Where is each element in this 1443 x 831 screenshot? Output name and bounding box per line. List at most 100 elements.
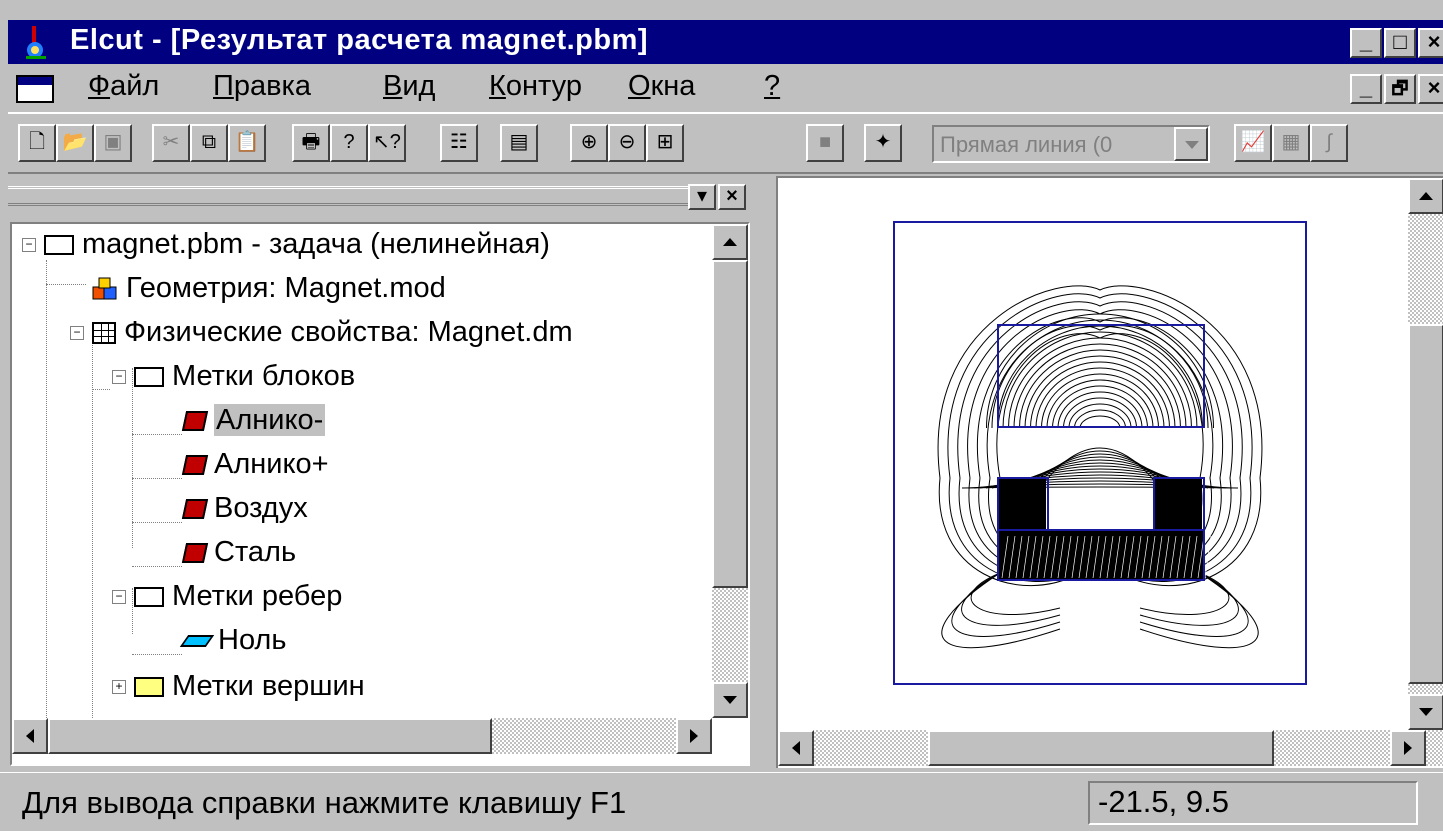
tree-node-steel[interactable]: Сталь	[181, 532, 296, 572]
tree-node-label: magnet.pbm - задача (нелинейная)	[82, 228, 550, 260]
scroll-thumb[interactable]	[48, 718, 492, 754]
tree-node-label: Геометрия: Magnet.mod	[126, 272, 446, 304]
tree-node-properties[interactable]: Физические свойства: Magnet.dm	[92, 312, 573, 352]
save-icon[interactable]: ▣	[94, 124, 132, 162]
plot-vertical-scrollbar[interactable]	[1408, 178, 1443, 730]
scroll-thumb[interactable]	[712, 260, 748, 588]
tree-vertical-scrollbar[interactable]	[712, 224, 748, 718]
title-bar: Elcut - [Результат расчета magnet.pbm] _…	[8, 20, 1443, 64]
model-geometry	[893, 221, 1307, 685]
tree-node-label: Метки блоков	[172, 360, 356, 392]
print-icon[interactable]: 🖶	[292, 124, 330, 162]
zoom-in-icon[interactable]: ⊕	[570, 124, 608, 162]
scroll-down-icon[interactable]	[712, 682, 748, 718]
field-arc	[1063, 397, 1137, 429]
tree-node-problem[interactable]: magnet.pbm - задача (нелинейная)	[44, 224, 550, 264]
edge-label-icon	[179, 635, 215, 648]
maximize-button[interactable]: □	[1384, 28, 1416, 58]
table-icon[interactable]: ▦	[1272, 124, 1310, 162]
tree-node-alnico-minus[interactable]: Алнико-	[181, 400, 326, 440]
zoom-out-icon[interactable]: ⊖	[608, 124, 646, 162]
tree-node-zero[interactable]: Ноль	[179, 620, 286, 660]
menu-bar: Файл Правка Вид Контур Окна ? _ 🗗 ×	[8, 66, 1443, 110]
contour-type-value: Прямая линия (0	[940, 132, 1113, 157]
tree-node-edge-labels[interactable]: Метки ребер	[134, 576, 342, 616]
context-help-icon[interactable]: ↖?	[368, 124, 406, 162]
scroll-right-icon[interactable]	[676, 718, 712, 754]
expander-block-labels[interactable]: −	[112, 370, 126, 384]
block-label-icon	[181, 499, 209, 520]
block-label-icon	[181, 455, 209, 476]
field-arc	[997, 325, 1203, 429]
status-help-text: Для вывода справки нажмите клавишу F1	[22, 785, 627, 820]
tree-horizontal-scrollbar[interactable]	[12, 718, 712, 754]
menu-view[interactable]: Вид	[383, 70, 435, 103]
field-arc	[1074, 409, 1126, 429]
close-button[interactable]: ×	[1418, 28, 1443, 58]
menu-view-accel: В	[383, 70, 403, 102]
expander-vertex-labels[interactable]: +	[112, 680, 126, 694]
menu-contour[interactable]: Контур	[489, 70, 582, 103]
tree-node-geometry[interactable]: Геометрия: Magnet.mod	[92, 268, 446, 308]
new-contour-icon[interactable]: ✦	[864, 124, 902, 162]
child-close-button[interactable]: ×	[1418, 74, 1443, 104]
tree-node-air[interactable]: Воздух	[181, 488, 308, 528]
field-plot-view[interactable]	[776, 176, 1443, 768]
field-lines-plot[interactable]	[778, 178, 1443, 768]
help-icon[interactable]: ?	[330, 124, 368, 162]
dropdown-arrow-icon[interactable]	[1174, 127, 1208, 161]
document-window-icon[interactable]	[16, 75, 54, 103]
tree-node-label: Воздух	[214, 492, 308, 524]
new-icon[interactable]: 🗋	[18, 124, 56, 162]
menu-windows[interactable]: Окна	[628, 70, 695, 103]
tree-node-label: Алнико+	[214, 448, 329, 480]
menu-view-rest: ид	[402, 70, 436, 102]
expander-edge-labels[interactable]: −	[112, 590, 126, 604]
tree-node-vertex-labels[interactable]: Метки вершин	[134, 666, 365, 706]
integral-icon[interactable]: ∫	[1310, 124, 1348, 162]
pane-grip[interactable]	[8, 186, 688, 206]
plot-icon[interactable]: 📈	[1234, 124, 1272, 162]
menu-file[interactable]: Файл	[88, 70, 159, 103]
scroll-thumb[interactable]	[928, 730, 1274, 766]
menu-contour-accel: К	[489, 70, 506, 102]
contour-type-select[interactable]: Прямая линия (0	[932, 125, 1210, 163]
scroll-thumb[interactable]	[1408, 324, 1443, 684]
field-line	[1139, 572, 1259, 649]
stop-icon[interactable]: ■	[806, 124, 844, 162]
paste-icon[interactable]: 📋	[228, 124, 266, 162]
folder-open-icon	[134, 587, 164, 608]
elcut-app-icon[interactable]	[18, 24, 54, 60]
picture-icon[interactable]: ▤	[500, 124, 538, 162]
zoom-fit-icon[interactable]: ⊞	[646, 124, 684, 162]
menu-help[interactable]: ?	[764, 70, 780, 103]
pane-dropdown-icon[interactable]: ▾	[688, 184, 716, 210]
toolbar: 🗋 📂 ▣ ✂ ⧉ 📋 🖶 ? ↖? ☷ ▤ ⊕ ⊖ ⊞ ■ ✦ Прямая …	[8, 112, 1443, 174]
tree-node-label: Алнико-	[214, 404, 326, 436]
tree-node-block-labels[interactable]: Метки блоков	[134, 356, 355, 396]
menu-file-rest: айл	[110, 70, 160, 102]
plot-horizontal-scrollbar[interactable]	[778, 730, 1443, 766]
pane-close-icon[interactable]: ×	[718, 184, 746, 210]
scroll-left-icon[interactable]	[12, 718, 48, 754]
copy-icon[interactable]: ⧉	[190, 124, 228, 162]
menu-contour-rest: онтур	[505, 70, 582, 102]
scroll-up-icon[interactable]	[712, 224, 748, 260]
scroll-right-icon[interactable]	[1390, 730, 1426, 766]
child-restore-button[interactable]: 🗗	[1384, 74, 1416, 104]
expander-properties[interactable]: −	[70, 326, 84, 340]
menu-windows-rest: кна	[650, 70, 696, 102]
menu-edit[interactable]: Правка	[213, 70, 311, 103]
open-icon[interactable]: 📂	[56, 124, 94, 162]
hierarchy-icon[interactable]: ☷	[440, 124, 478, 162]
expander-root[interactable]: −	[22, 238, 36, 252]
menu-file-accel: Ф	[88, 70, 111, 102]
tree-node-alnico-plus[interactable]: Алнико+	[181, 444, 329, 484]
scroll-left-icon[interactable]	[778, 730, 814, 766]
minimize-button[interactable]: _	[1350, 28, 1382, 58]
scroll-down-icon[interactable]	[1408, 694, 1443, 730]
field-lines	[937, 285, 1263, 649]
child-minimize-button[interactable]: _	[1350, 74, 1382, 104]
scroll-up-icon[interactable]	[1408, 178, 1443, 214]
cut-icon[interactable]: ✂	[152, 124, 190, 162]
